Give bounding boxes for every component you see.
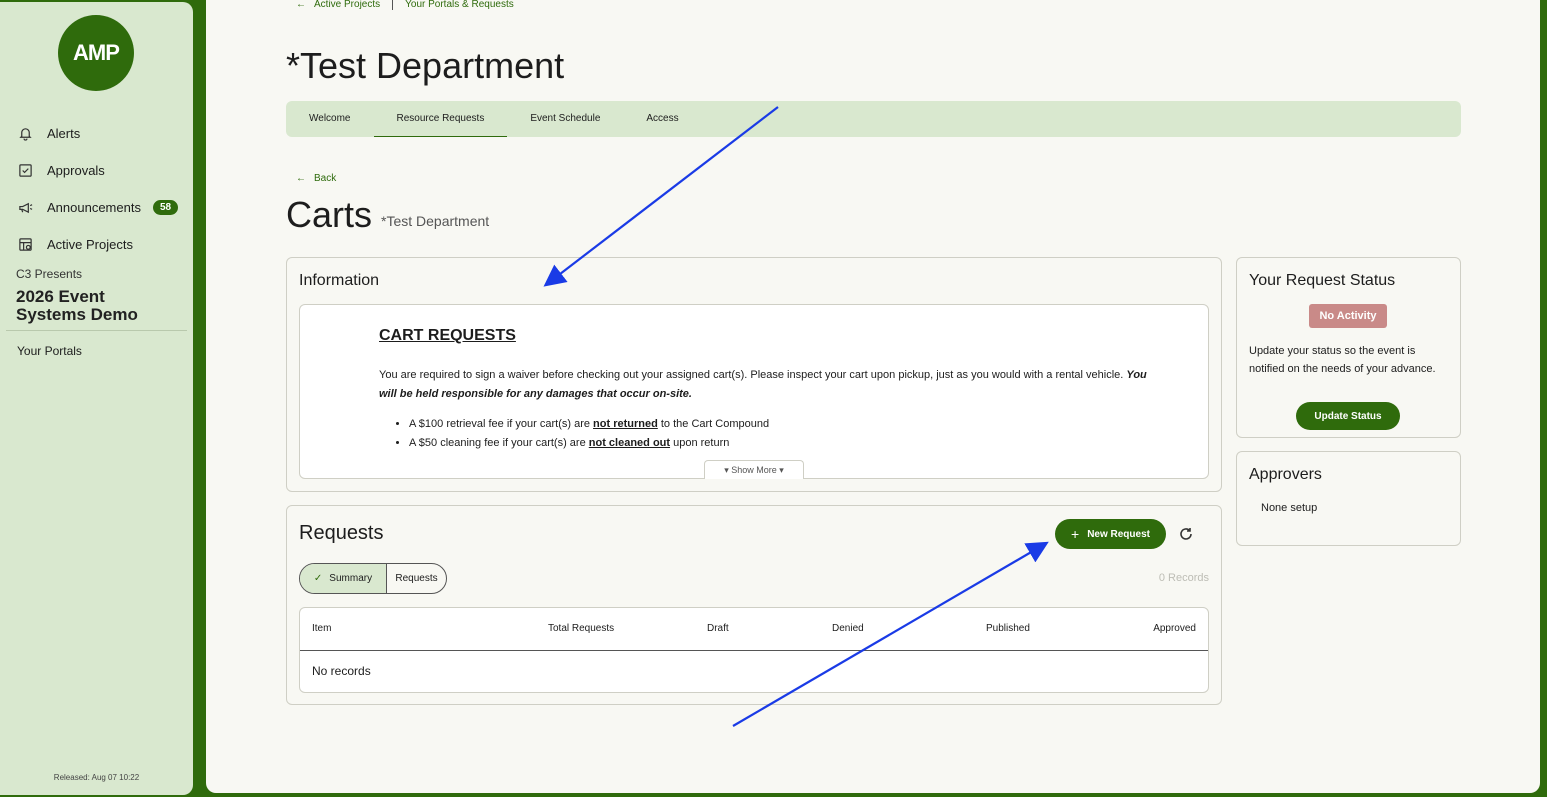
caret-down-icon: ▾ (779, 465, 784, 475)
sidebar-item-your-portals[interactable]: Your Portals (17, 344, 82, 358)
logo-text: AMP (73, 40, 120, 65)
column-header-draft[interactable]: Draft (707, 623, 729, 634)
projects-icon (19, 238, 32, 251)
show-more-button[interactable]: ▾ Show More ▾ (704, 460, 804, 479)
sidebar-item-announcements[interactable]: Announcements 58 (0, 189, 193, 226)
release-info: Released: Aug 07 10:22 (53, 773, 140, 782)
toggle-summary-label: Summary (329, 573, 373, 584)
column-header-published[interactable]: Published (986, 623, 1030, 634)
fee-list: A $100 retrieval fee if your cart(s) are… (379, 415, 769, 453)
page-subtitle: *Test Department (381, 213, 490, 229)
back-link[interactable]: ← Back (296, 173, 344, 184)
breadcrumb-your-portals[interactable]: Your Portals & Requests (405, 0, 514, 10)
table-header: Item Total Requests Draft Denied Publish… (300, 608, 1208, 651)
department-title: *Test Department (286, 45, 565, 86)
status-badge: No Activity (1309, 304, 1387, 328)
new-request-label: New Request (1087, 528, 1150, 540)
requests-title: Requests (299, 522, 384, 544)
information-card: Information CART REQUESTS You are requir… (286, 257, 1222, 492)
column-header-total-requests[interactable]: Total Requests (548, 623, 614, 634)
sidebar-item-label: Announcements (47, 200, 141, 215)
sidebar-nav: Alerts Approvals Announcements 58 Active… (0, 115, 193, 263)
fee-emphasis: not returned (593, 418, 658, 430)
sidebar-item-label: Active Projects (47, 237, 133, 252)
check-icon: ✓ (313, 573, 323, 584)
approvers-title: Approvers (1249, 466, 1322, 483)
sidebar-item-alerts[interactable]: Alerts (0, 115, 193, 152)
sidebar-item-active-projects[interactable]: Active Projects (0, 226, 193, 263)
status-description: Update your status so the event is notif… (1249, 345, 1436, 375)
tab-bar: Welcome Resource Requests Event Schedule… (286, 101, 1461, 137)
back-label: Back (314, 173, 337, 184)
fee-text: A $100 retrieval fee if your cart(s) are (409, 418, 594, 430)
plus-icon: + (1071, 526, 1080, 542)
summary-table: Item Total Requests Draft Denied Publish… (299, 607, 1209, 693)
show-more-label: Show More (731, 465, 777, 475)
breadcrumb: ← Active Projects Your Portals & Request… (296, 0, 514, 10)
sidebar: AMP Alerts Approvals Announcements 58 Ac… (0, 2, 193, 795)
tab-access[interactable]: Access (623, 101, 701, 137)
requests-card: Requests + New Request ✓ Summary Requests … (286, 505, 1222, 705)
megaphone-icon (19, 202, 33, 214)
column-header-denied[interactable]: Denied (832, 623, 864, 634)
request-status-title: Your Request Status (1249, 272, 1396, 289)
information-content: CART REQUESTS You are required to sign a… (299, 304, 1209, 479)
records-count: 0 Records (1158, 572, 1209, 584)
waiver-text: You are required to sign a waiver before… (379, 369, 1124, 381)
column-header-approved[interactable]: Approved (1153, 623, 1196, 634)
tab-welcome[interactable]: Welcome (286, 101, 374, 137)
cart-requests-heading: CART REQUESTS (379, 327, 516, 344)
refresh-icon[interactable] (1178, 526, 1194, 542)
sidebar-item-approvals[interactable]: Approvals (0, 152, 193, 189)
amp-logo[interactable]: AMP (58, 15, 134, 91)
sidebar-item-label: Approvals (47, 163, 105, 178)
tab-event-schedule[interactable]: Event Schedule (507, 101, 623, 137)
breadcrumb-separator (392, 0, 394, 10)
tab-resource-requests[interactable]: Resource Requests (373, 101, 508, 137)
fee-emphasis: not cleaned out (588, 437, 671, 449)
fee-text: upon return (670, 437, 730, 449)
sidebar-item-label: Alerts (47, 126, 81, 141)
request-status-card: Your Request Status No Activity Update y… (1236, 257, 1461, 438)
column-header-item[interactable]: Item (312, 623, 331, 634)
new-request-button[interactable]: + New Request (1055, 519, 1166, 549)
list-item: A $50 cleaning fee if your cart(s) are n… (409, 434, 769, 453)
org-title[interactable]: 2026 Event Systems Demo (16, 288, 176, 324)
arrow-left-icon: ← (296, 173, 306, 184)
approvers-card: Approvers None setup (1236, 451, 1461, 546)
information-title: Information (299, 272, 380, 289)
waiver-paragraph: You are required to sign a waiver before… (379, 366, 1149, 404)
arrow-left-icon: ← (296, 0, 306, 10)
fee-text: to the Cart Compound (657, 418, 770, 430)
main-content: ← Active Projects Your Portals & Request… (206, 0, 1540, 793)
breadcrumb-active-projects[interactable]: Active Projects (314, 0, 380, 10)
list-item: A $100 retrieval fee if your cart(s) are… (409, 415, 769, 434)
update-status-button[interactable]: Update Status (1296, 402, 1400, 430)
org-subtitle: C3 Presents (16, 267, 83, 281)
fee-text: A $50 cleaning fee if your cart(s) are (409, 437, 589, 449)
sidebar-divider (6, 330, 187, 331)
caret-down-icon: ▾ (724, 465, 729, 475)
page-title: Carts (286, 194, 373, 235)
view-toggle: ✓ Summary Requests (299, 563, 447, 594)
toggle-summary[interactable]: ✓ Summary (300, 564, 387, 593)
announcements-count-badge: 58 (152, 200, 179, 215)
toggle-requests[interactable]: Requests (387, 564, 446, 593)
approvers-empty: None setup (1261, 502, 1318, 514)
empty-state: No records (312, 664, 371, 678)
bell-icon (19, 128, 32, 141)
checkbox-icon (19, 164, 32, 177)
